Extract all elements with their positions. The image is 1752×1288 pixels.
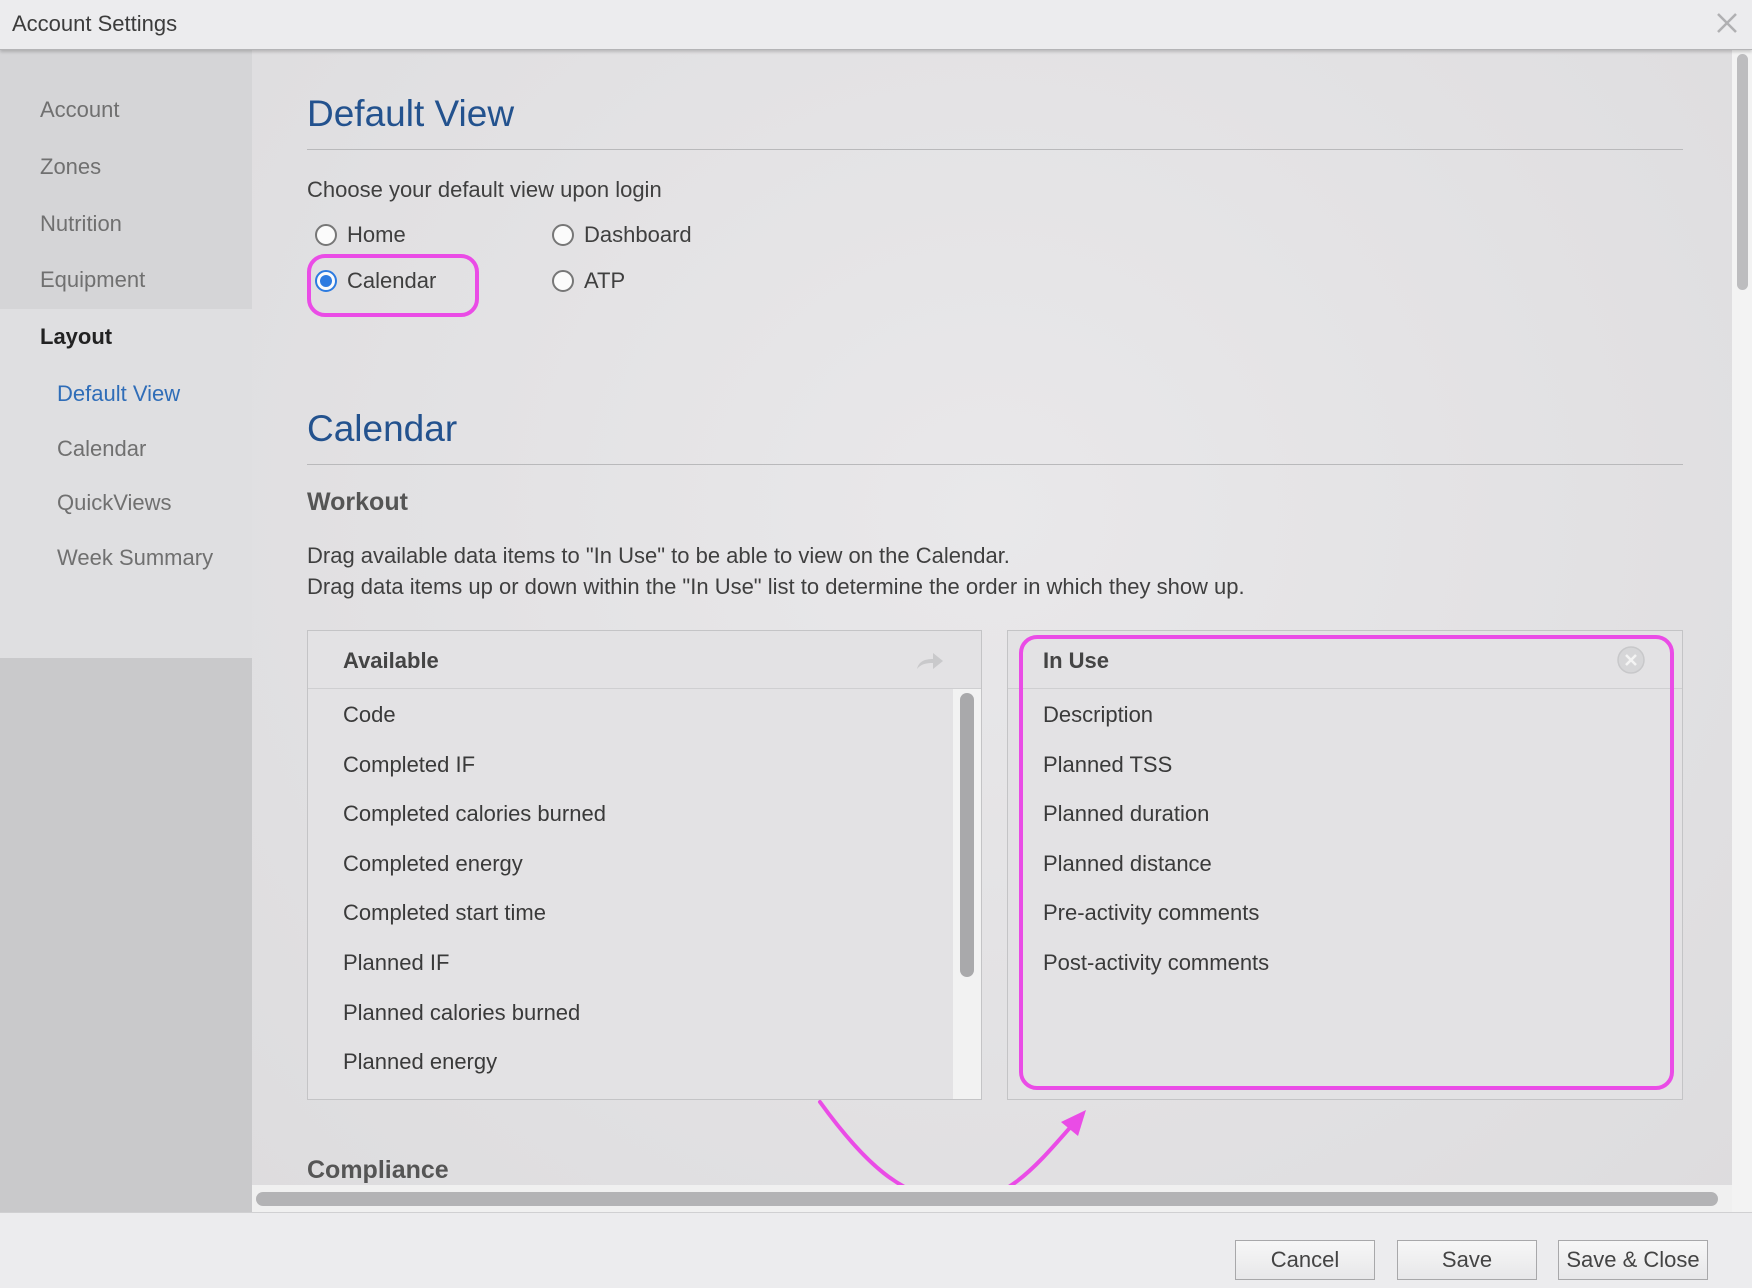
list-item[interactable]: Code (343, 702, 396, 728)
list-item[interactable]: Planned IF (343, 950, 449, 976)
dialog-footer: Cancel Save Save & Close (0, 1212, 1752, 1288)
in-use-list-title: In Use (1043, 648, 1110, 673)
radio-home-indicator[interactable] (315, 224, 337, 246)
radio-home[interactable]: Home (315, 222, 406, 248)
radio-atp-indicator[interactable] (552, 270, 574, 292)
list-item[interactable]: Description (1043, 702, 1153, 728)
available-list-panel: Available Code Completed IF Completed ca… (307, 630, 982, 1100)
instruction-line-2: Drag data items up or down within the "I… (307, 574, 1245, 599)
list-item[interactable]: Completed start time (343, 900, 546, 926)
clear-circle-x-icon[interactable] (1616, 645, 1646, 680)
section-divider (307, 149, 1683, 150)
save-button[interactable]: Save (1397, 1240, 1537, 1280)
calendar-heading: Calendar (307, 408, 458, 449)
radio-atp[interactable]: ATP (552, 268, 625, 294)
sidebar-subitem-default-view[interactable]: Default View (57, 381, 180, 407)
radio-dashboard[interactable]: Dashboard (552, 222, 692, 248)
instruction-line-1: Drag available data items to "In Use" to… (307, 543, 1010, 568)
window-title: Account Settings (12, 11, 178, 36)
radio-calendar-label: Calendar (347, 268, 437, 293)
sidebar-item-layout[interactable]: Layout (40, 324, 112, 350)
available-list-title: Available (343, 648, 439, 673)
vertical-scroll-thumb[interactable] (1737, 54, 1748, 290)
sidebar-item-equipment[interactable]: Equipment (40, 267, 145, 293)
radio-dashboard-label: Dashboard (584, 222, 692, 247)
close-icon[interactable] (1712, 8, 1742, 38)
settings-content: Default View Choose your default view up… (252, 50, 1732, 1212)
list-item[interactable]: Completed energy (343, 851, 523, 877)
move-right-arrow-icon[interactable] (913, 649, 945, 678)
save-and-close-button[interactable]: Save & Close (1558, 1240, 1708, 1280)
radio-calendar-indicator[interactable] (315, 270, 337, 292)
content-horizontal-scrollbar[interactable] (252, 1185, 1732, 1212)
list-item[interactable]: Planned TSS (1043, 752, 1172, 778)
sidebar-item-zones[interactable]: Zones (40, 154, 101, 180)
horizontal-scroll-thumb[interactable] (256, 1192, 1718, 1206)
available-list-header: Available (308, 631, 981, 689)
list-item[interactable]: Pre-activity comments (1043, 900, 1259, 926)
sidebar-subitem-week-summary[interactable]: Week Summary (57, 545, 213, 571)
sidebar-item-account[interactable]: Account (40, 97, 120, 123)
available-list-scrollbar[interactable] (953, 689, 981, 1099)
radio-dashboard-indicator[interactable] (552, 224, 574, 246)
default-view-heading: Default View (307, 93, 515, 134)
in-use-list-panel: In Use Description Planned TSS Planned d… (1007, 630, 1683, 1100)
sidebar-subitem-quickviews[interactable]: QuickViews (57, 490, 172, 516)
workout-heading: Workout (307, 488, 408, 516)
list-item[interactable]: Post-activity comments (1043, 950, 1269, 976)
list-item[interactable]: Planned duration (1043, 801, 1209, 827)
settings-sidebar: Account Zones Nutrition Equipment Layout… (0, 50, 252, 1212)
section-divider (307, 464, 1683, 465)
list-item[interactable]: Planned distance (1043, 851, 1212, 877)
radio-home-label: Home (347, 222, 406, 247)
cancel-button[interactable]: Cancel (1235, 1240, 1375, 1280)
radio-calendar[interactable]: Calendar (315, 268, 436, 294)
list-item[interactable]: Planned calories burned (343, 1000, 580, 1026)
in-use-list-header: In Use (1008, 631, 1682, 689)
content-vertical-scrollbar[interactable] (1732, 50, 1752, 1212)
sidebar-item-nutrition[interactable]: Nutrition (40, 211, 122, 237)
sidebar-layout-group (0, 309, 252, 658)
title-bar: Account Settings (0, 0, 1752, 50)
list-item[interactable]: Completed IF (343, 752, 475, 778)
list-item[interactable]: Planned energy (343, 1049, 497, 1075)
radio-atp-label: ATP (584, 268, 626, 293)
available-list-scroll-thumb[interactable] (960, 693, 974, 977)
list-item[interactable]: Completed calories burned (343, 801, 606, 827)
default-view-prompt: Choose your default view upon login (307, 177, 662, 202)
compliance-heading: Compliance (307, 1156, 449, 1184)
sidebar-subitem-calendar[interactable]: Calendar (57, 436, 146, 462)
